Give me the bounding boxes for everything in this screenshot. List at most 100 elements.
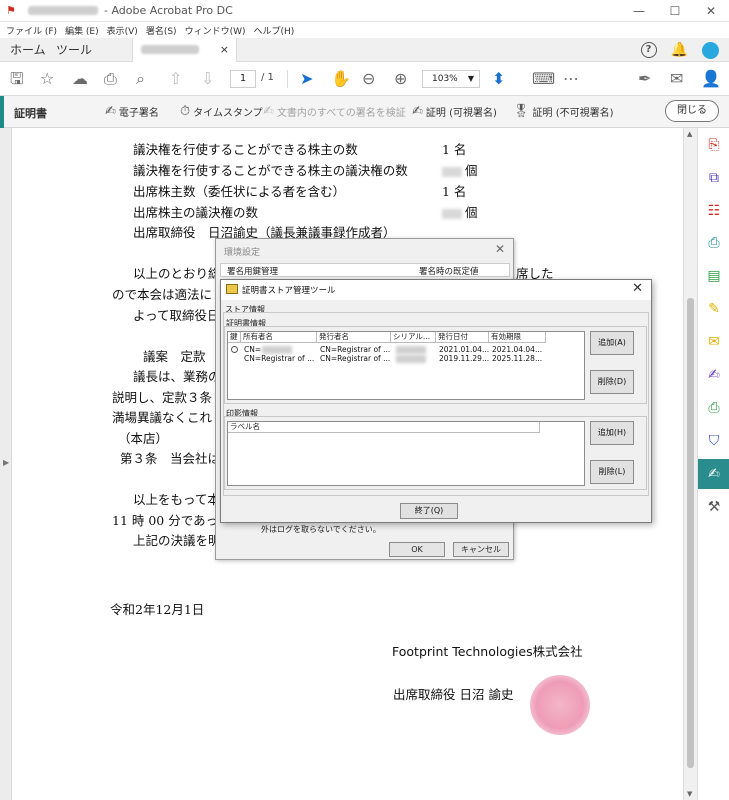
protect-icon[interactable]: ⛉ — [698, 426, 729, 456]
scroll-icon[interactable]: ⌨ — [532, 69, 555, 89]
doc-value-unit: 個 — [465, 205, 478, 220]
certificates-icon[interactable]: ✍ — [698, 459, 729, 489]
menu-window[interactable]: ウィンドウ(W) — [185, 24, 246, 37]
scan-icon[interactable]: ▤ — [698, 261, 729, 291]
verify-all-button[interactable]: ✍ 文書内のすべての署名を検証 — [263, 104, 406, 119]
vertical-scrollbar[interactable]: ▲ ▼ — [683, 128, 697, 800]
menu-sign[interactable]: 署名(S) — [146, 24, 177, 37]
zoom-out-icon[interactable]: ⊖ — [362, 69, 375, 89]
close-button[interactable]: 閉じる — [665, 100, 719, 122]
select-arrow-icon[interactable]: ➤ — [300, 69, 313, 89]
fill-sign-icon[interactable]: ✍ — [698, 360, 729, 390]
digital-sign-button[interactable]: ✍ 電子署名 — [105, 104, 159, 119]
tab-bar: ホーム ツール × ? 🔔 — [0, 38, 729, 62]
doc-signer: 出席取締役 日沼 諭史 — [393, 687, 514, 702]
close-window-button[interactable]: ✕ — [693, 0, 729, 22]
upload-icon[interactable]: ☁ — [72, 69, 88, 89]
cert-owner[interactable]: CN= — [244, 345, 261, 354]
settings-header: 署名用鍵管理 署名時の既定値 — [220, 263, 510, 277]
col-serial[interactable]: シリアル... — [391, 332, 436, 343]
scroll-down-icon[interactable]: ▼ — [687, 790, 692, 798]
ribbon-icon: 🎖 — [513, 104, 530, 119]
sign-icon[interactable]: ✒ — [638, 69, 651, 89]
delete-seal-button[interactable]: 削除(L) — [590, 460, 634, 484]
tab-tools[interactable]: ツール — [56, 38, 92, 62]
add-cert-button[interactable]: 追加(A) — [590, 331, 634, 355]
more-tools-icon[interactable]: ⚒ — [698, 492, 729, 522]
zoom-select[interactable]: 103% ▼ — [422, 70, 480, 88]
add-seal-button[interactable]: 追加(H) — [590, 421, 634, 445]
cert-owner[interactable]: CN=Registrar of ... — [244, 354, 314, 363]
export-pdf-icon[interactable]: ⎙ — [698, 228, 729, 258]
star-icon[interactable]: ☆ — [40, 69, 54, 89]
col-key[interactable]: 鍵 — [228, 332, 241, 343]
create-pdf-icon[interactable]: ⎘ — [698, 130, 729, 160]
close-icon[interactable]: ✕ — [632, 281, 643, 296]
tab-document[interactable]: × — [132, 38, 237, 62]
delete-cert-button[interactable]: 削除(D) — [590, 370, 634, 394]
cert-expires[interactable]: 2025.11.28... — [492, 354, 542, 363]
menu-edit[interactable]: 編集 (E) — [65, 24, 99, 37]
doc-line: 第３条 当会社は — [120, 451, 221, 466]
timestamp-icon: ⏱ — [180, 104, 191, 119]
certify-visible-label: 証明 (可視署名) — [425, 108, 497, 119]
more-icon[interactable]: ⋯ — [563, 69, 579, 89]
certify-invisible-button[interactable]: 🎖 証明 (不可視署名) — [513, 104, 614, 119]
scroll-thumb[interactable] — [687, 298, 694, 768]
cert-issued[interactable]: 2021.01.04... — [439, 345, 489, 354]
combine-files-icon[interactable]: ⧉ — [698, 163, 729, 193]
cert-store-dialog: 証明書ストア管理ツール ✕ ストア情報 証明書情報 鍵 所有者名 発行者名 シリ… — [220, 279, 652, 523]
page-up-icon[interactable]: ⇧ — [169, 69, 182, 89]
col-issuer[interactable]: 発行者名 — [317, 332, 391, 343]
cert-issuer[interactable]: CN=Registrar of ... — [320, 345, 390, 354]
fit-icon[interactable]: ⬍ — [492, 69, 505, 89]
exit-button[interactable]: 終了(Q) — [400, 503, 458, 519]
cert-expires[interactable]: 2021.04.04... — [492, 345, 542, 354]
avatar[interactable] — [702, 41, 719, 59]
cert-issued[interactable]: 2019.11.29... — [439, 354, 489, 363]
zoom-icon[interactable]: ⌕ — [136, 69, 145, 89]
maximize-button[interactable]: ☐ — [657, 0, 693, 22]
page-down-icon[interactable]: ⇩ — [201, 69, 214, 89]
zoom-in-icon[interactable]: ⊕ — [394, 69, 407, 89]
organize-pages-icon[interactable]: ☷ — [698, 196, 729, 226]
chevron-down-icon: ▼ — [467, 74, 474, 83]
help-icon[interactable]: ? — [640, 42, 657, 58]
ok-button[interactable]: OK — [389, 542, 445, 557]
edit-pdf-icon[interactable]: ✎ — [698, 294, 729, 324]
cert-row-radio[interactable] — [231, 346, 238, 353]
certify-visible-button[interactable]: ✍ 証明 (可視署名) — [412, 104, 497, 119]
close-icon[interactable]: ✕ — [495, 242, 505, 256]
comment-icon[interactable]: ✉ — [698, 327, 729, 357]
cert-list[interactable]: 鍵 所有者名 発行者名 シリアル... 発行日付 有効期限 CN= CN=Reg… — [227, 331, 585, 400]
left-panel-toggle[interactable]: ▶ — [0, 128, 12, 800]
settings-note: 外はログを取らないでください。 — [261, 525, 381, 534]
scroll-up-icon[interactable]: ▲ — [687, 130, 692, 138]
timestamp-button[interactable]: ⏱ タイムスタンプ — [180, 104, 263, 119]
minimize-button[interactable]: — — [621, 0, 657, 22]
col-owner[interactable]: 所有者名 — [241, 332, 317, 343]
cert-issuer[interactable]: CN=Registrar of ... — [320, 354, 390, 363]
menu-help[interactable]: ヘルプ(H) — [254, 24, 295, 37]
blurred-doc-name — [141, 45, 199, 54]
cert-store-title: 証明書ストア管理ツール — [242, 286, 336, 296]
acrobat-logo-icon: ⚑ — [6, 3, 16, 17]
col-issued[interactable]: 発行日付 — [436, 332, 489, 343]
bell-icon[interactable]: 🔔 — [671, 42, 688, 58]
mail-icon[interactable]: ✉ — [670, 69, 683, 89]
hand-icon[interactable]: ✋ — [331, 69, 351, 89]
add-user-icon[interactable]: 👤 — [701, 69, 721, 89]
print-icon[interactable]: ⎙ — [104, 69, 117, 89]
col-label-name[interactable]: ラベル名 — [228, 422, 540, 433]
print-production-icon[interactable]: ⎙ — [698, 393, 729, 423]
page-number-input[interactable]: 1 — [230, 70, 256, 88]
tab-close-icon[interactable]: × — [220, 38, 229, 62]
col-expires[interactable]: 有効期限 — [489, 332, 546, 343]
cancel-button[interactable]: キャンセル — [453, 542, 509, 557]
menu-file[interactable]: ファイル (F) — [6, 24, 57, 37]
seal-list[interactable]: ラベル名 — [227, 421, 585, 486]
tab-home[interactable]: ホーム — [10, 38, 46, 62]
accent-strip — [0, 96, 4, 128]
save-icon[interactable]: 🖫 — [10, 69, 24, 89]
menu-view[interactable]: 表示(V) — [107, 24, 138, 37]
